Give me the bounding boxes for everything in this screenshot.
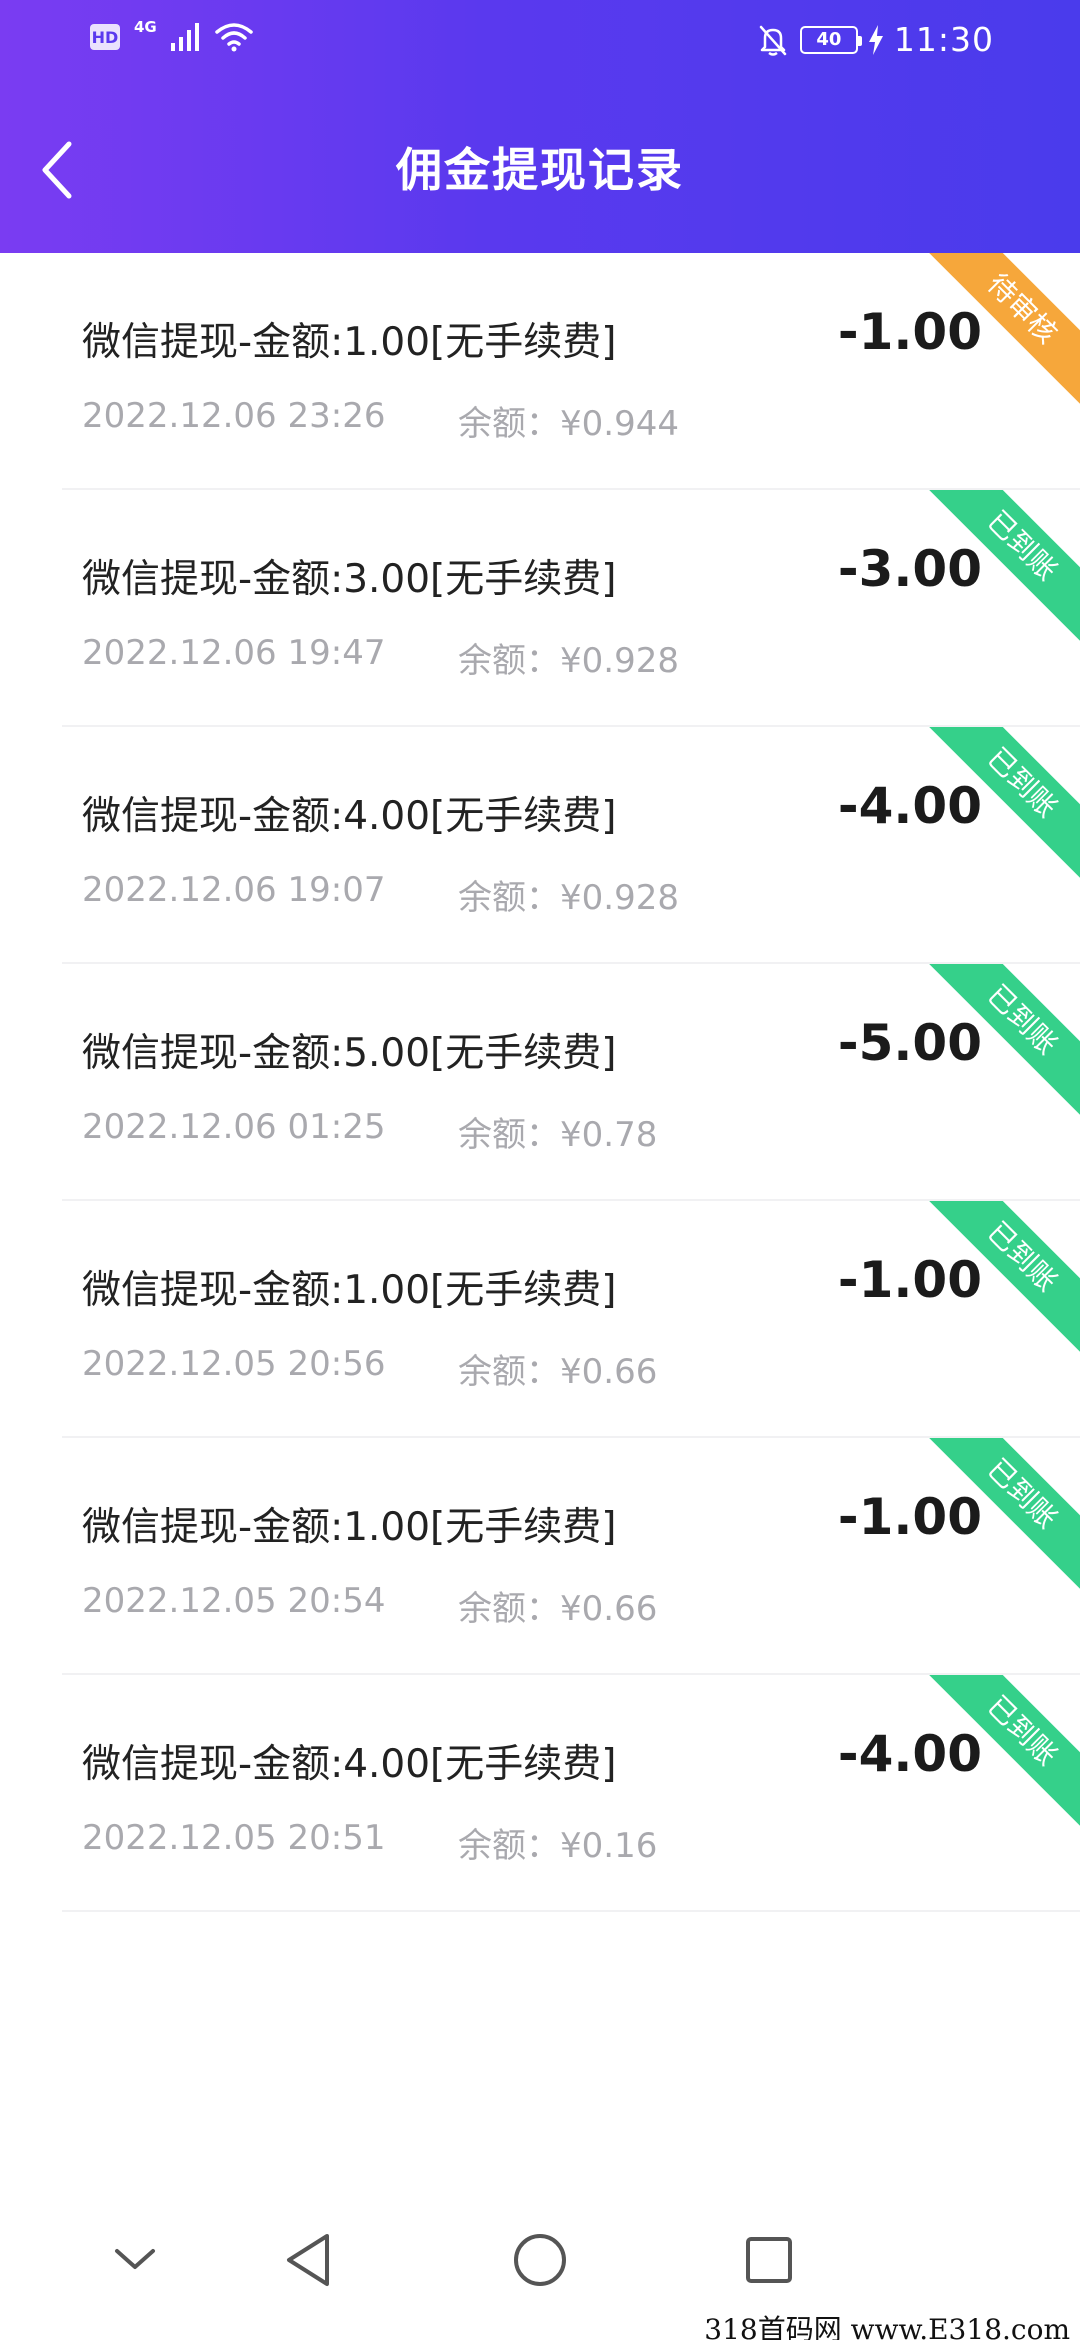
record-title: 微信提现-金额:4.00[无手续费] <box>82 1742 617 1787</box>
hd-icon: HD <box>90 24 120 50</box>
record-title: 微信提现-金额:5.00[无手续费] <box>82 1031 617 1076</box>
status-bar: HD 4G 40 11:30 <box>0 0 1080 86</box>
record-amount: -5.00 <box>837 1014 982 1072</box>
record-time: 2022.12.05 20:54 <box>82 1581 386 1621</box>
battery-icon: 40 <box>799 25 862 54</box>
status-right: 40 11:30 <box>756 20 994 59</box>
record-balance: 余额：¥0.928 <box>458 878 679 918</box>
record-title: 微信提现-金额:3.00[无手续费] <box>82 557 617 602</box>
bell-off-icon <box>759 25 787 56</box>
record-amount: -1.00 <box>837 303 982 361</box>
record-title: 微信提现-金额:1.00[无手续费] <box>82 1268 617 1313</box>
nav-recents-button[interactable] <box>724 2215 814 2305</box>
watermark-text: 318首码网 www.E318.com <box>704 2313 1070 2340</box>
record-item[interactable]: 微信提现-金额:3.00[无手续费] 2022.12.06 19:47 余额：¥… <box>0 490 1080 727</box>
home-circle-icon <box>514 2234 566 2286</box>
record-amount: -4.00 <box>837 777 982 835</box>
record-item[interactable]: 微信提现-金额:4.00[无手续费] 2022.12.06 19:07 余额：¥… <box>0 727 1080 964</box>
page-title: 佣金提现记录 <box>396 143 684 197</box>
record-time: 2022.12.06 01:25 <box>82 1107 386 1147</box>
recents-square-icon <box>746 2237 792 2283</box>
record-balance: 余额：¥0.16 <box>458 1826 658 1866</box>
nav-back-button[interactable] <box>263 2215 353 2305</box>
record-time: 2022.12.05 20:56 <box>82 1344 386 1384</box>
record-amount: -1.00 <box>837 1488 982 1546</box>
record-balance: 余额：¥0.78 <box>458 1115 658 1155</box>
record-item[interactable]: 微信提现-金额:4.00[无手续费] 2022.12.05 20:51 余额：¥… <box>0 1675 1080 1912</box>
record-amount: -1.00 <box>837 1251 982 1309</box>
record-balance: 余额：¥0.66 <box>458 1352 658 1392</box>
network-type-label: 4G <box>134 18 157 36</box>
record-time: 2022.12.06 23:26 <box>82 396 386 436</box>
record-item[interactable]: 微信提现-金额:1.00[无手续费] 2022.12.05 20:54 余额：¥… <box>0 1438 1080 1675</box>
app-screen: HD 4G 40 11:30 佣金提现记录 微信提现-金额:1.00[无手续费]… <box>0 0 1080 2340</box>
nav-home-button[interactable] <box>495 2215 585 2305</box>
record-item[interactable]: 微信提现-金额:1.00[无手续费] 2022.12.06 23:26 余额：¥… <box>0 253 1080 490</box>
record-time: 2022.12.06 19:47 <box>82 633 386 673</box>
record-amount: -4.00 <box>837 1725 982 1783</box>
record-time: 2022.12.06 19:07 <box>82 870 386 910</box>
status-time: 11:30 <box>893 20 994 59</box>
charging-icon <box>868 24 883 55</box>
record-list: 微信提现-金额:1.00[无手续费] 2022.12.06 23:26 余额：¥… <box>0 253 1080 1912</box>
record-amount: -3.00 <box>837 540 982 598</box>
record-balance: 余额：¥0.944 <box>458 404 679 444</box>
record-balance: 余额：¥0.928 <box>458 641 679 681</box>
header: HD 4G 40 11:30 佣金提现记录 <box>0 0 1080 253</box>
record-balance: 余额：¥0.66 <box>458 1589 658 1629</box>
signal-icon <box>170 23 199 51</box>
back-triangle-icon <box>287 2234 329 2286</box>
hide-keyboard-button[interactable] <box>90 2215 180 2305</box>
record-title: 微信提现-金额:1.00[无手续费] <box>82 1505 617 1550</box>
record-title: 微信提现-金额:4.00[无手续费] <box>82 794 617 839</box>
title-bar: 佣金提现记录 <box>0 110 1080 230</box>
status-left: HD 4G <box>90 18 253 52</box>
record-item[interactable]: 微信提现-金额:1.00[无手续费] 2022.12.05 20:56 余额：¥… <box>0 1201 1080 1438</box>
wifi-icon <box>215 23 253 52</box>
record-title: 微信提现-金额:1.00[无手续费] <box>82 320 617 365</box>
record-time: 2022.12.05 20:51 <box>82 1818 386 1858</box>
chevron-down-icon <box>115 2249 155 2269</box>
record-item[interactable]: 微信提现-金额:5.00[无手续费] 2022.12.06 01:25 余额：¥… <box>0 964 1080 1201</box>
